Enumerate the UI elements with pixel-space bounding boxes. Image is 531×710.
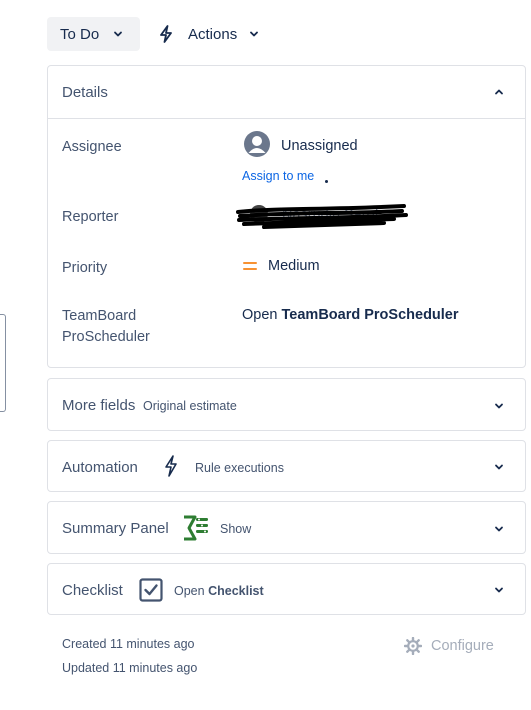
summary-panel-sub: Show bbox=[220, 522, 252, 536]
priority-value: Medium bbox=[268, 258, 320, 274]
actions-button[interactable]: Actions bbox=[158, 17, 259, 51]
teamboard-label-line2: ProScheduler bbox=[62, 329, 150, 345]
automation-sub: Rule executions bbox=[195, 461, 284, 475]
status-button[interactable]: To Do bbox=[47, 17, 140, 51]
assignee-label: Assignee bbox=[62, 139, 122, 155]
details-header[interactable]: Details bbox=[48, 66, 525, 119]
chevron-down-icon bbox=[495, 464, 503, 470]
assignee-value: Unassigned bbox=[281, 138, 358, 154]
gear-icon bbox=[404, 637, 422, 655]
reporter-value-redacted: Nasrudin Sarof bbox=[234, 202, 409, 232]
chevron-down-icon bbox=[495, 587, 503, 593]
lightning-icon bbox=[160, 25, 172, 43]
automation-title: Automation bbox=[62, 459, 138, 476]
summary-sigma-icon bbox=[184, 515, 208, 541]
automation-panel[interactable]: Automation Rule executions bbox=[47, 440, 526, 492]
created-timestamp: Created 11 minutes ago bbox=[62, 637, 195, 651]
left-panel-edge bbox=[0, 314, 6, 412]
priority-medium-icon bbox=[243, 262, 257, 270]
details-panel: Details Assignee Unassigned Assign to me… bbox=[47, 65, 526, 368]
chevron-up-icon[interactable] bbox=[494, 87, 504, 97]
priority-label: Priority bbox=[62, 260, 108, 276]
chevron-down-icon bbox=[250, 31, 259, 37]
checklist-open-name: Checklist bbox=[208, 584, 264, 598]
avatar-icon bbox=[244, 131, 270, 157]
summary-panel[interactable]: Summary Panel Show bbox=[47, 501, 526, 554]
checklist-checkbox-icon bbox=[139, 578, 163, 602]
teamboard-open-link[interactable]: Open TeamBoard ProScheduler bbox=[242, 307, 459, 323]
lightning-icon bbox=[165, 455, 177, 477]
teamboard-label-line1: TeamBoard bbox=[62, 308, 137, 324]
redaction-scribble bbox=[236, 204, 408, 229]
updated-timestamp: Updated 11 minutes ago bbox=[62, 661, 198, 675]
assign-to-me-link[interactable]: Assign to me bbox=[242, 169, 314, 183]
chevron-down-icon bbox=[495, 403, 503, 409]
configure-button[interactable]: Configure bbox=[404, 637, 494, 655]
summary-panel-title: Summary Panel bbox=[62, 520, 169, 537]
checklist-open-link[interactable]: Open Checklist bbox=[174, 584, 264, 598]
configure-label: Configure bbox=[431, 638, 494, 654]
more-fields-title: More fields bbox=[62, 397, 136, 414]
reporter-label: Reporter bbox=[62, 209, 119, 225]
more-fields-panel[interactable]: More fields Original estimate bbox=[47, 378, 526, 431]
status-label: To Do bbox=[60, 25, 100, 43]
checklist-panel[interactable]: Checklist Open Checklist bbox=[47, 563, 526, 615]
checklist-title: Checklist bbox=[62, 582, 123, 599]
checklist-open-prefix: Open bbox=[174, 584, 205, 598]
chevron-down-icon bbox=[495, 526, 503, 532]
teamboard-open-name: TeamBoard ProScheduler bbox=[281, 307, 459, 323]
cursor-dot bbox=[325, 180, 328, 183]
actions-label: Actions bbox=[188, 25, 238, 43]
more-fields-sub: Original estimate bbox=[143, 399, 237, 413]
chevron-down-icon bbox=[114, 31, 123, 37]
teamboard-open-prefix: Open bbox=[242, 307, 278, 323]
details-title: Details bbox=[62, 84, 108, 101]
